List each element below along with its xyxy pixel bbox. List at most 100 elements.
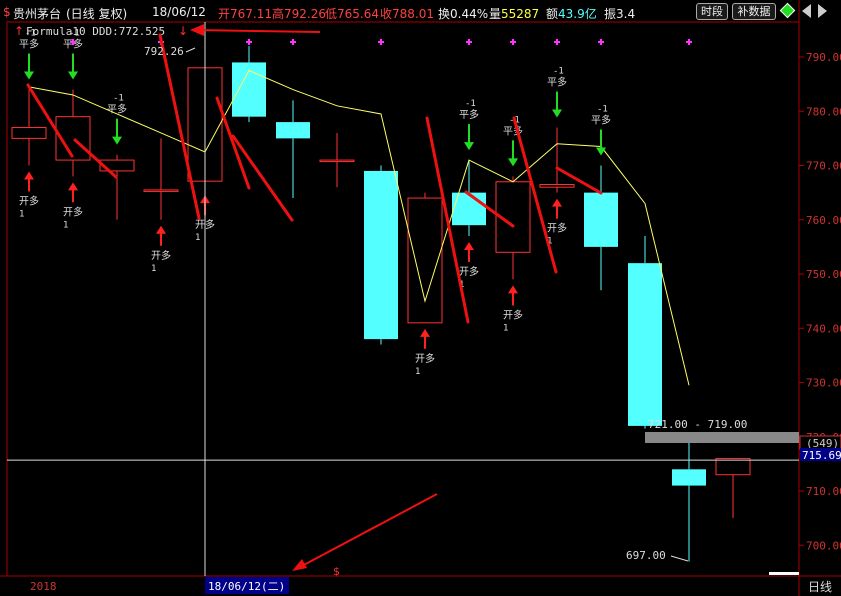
signal-qty: 1 xyxy=(415,367,420,377)
signal-down-arrow-icon xyxy=(112,136,122,145)
open-long-signal: 开多1 xyxy=(19,171,39,220)
signal-qty: 1 xyxy=(63,220,68,230)
signal-down-arrow-icon xyxy=(68,71,78,80)
gap-range-label: 721.00 - 719.00 xyxy=(648,418,747,431)
magenta-marker-icon xyxy=(598,39,604,45)
gap-band xyxy=(645,432,799,443)
signal-qty: -1 xyxy=(69,29,80,39)
axis-tick-label: 750.00 xyxy=(806,268,841,281)
signal-qty: -1 xyxy=(25,29,36,39)
price-axis: 790.00 780.00 770.00 760.00 750.00 740.00 730.… xyxy=(799,51,841,552)
low-annotation: 697.00 xyxy=(626,549,666,562)
open-long-signal: 开多 1 xyxy=(63,182,83,230)
candle-body xyxy=(584,192,618,247)
axis-tick-label: 770.00 xyxy=(806,160,841,173)
signal-text: 开多 xyxy=(19,195,39,208)
axis-tick-label: 790.00 xyxy=(806,51,841,64)
pointer-arrow-bottom xyxy=(292,493,438,571)
candle xyxy=(628,236,662,429)
signal-down-arrow-icon xyxy=(508,158,518,167)
open-long-signal: 开多1 xyxy=(547,198,567,247)
period-tab[interactable]: 日线 xyxy=(808,580,832,594)
candle xyxy=(276,100,310,199)
open-long-signal: 开多1 xyxy=(459,242,479,290)
candle xyxy=(715,457,751,519)
signal-qty: -1 xyxy=(553,67,564,77)
signal-down-arrow-icon xyxy=(464,142,474,151)
down-arrow-icon: ↓ xyxy=(178,24,188,38)
signal-text: 平多 xyxy=(547,76,567,89)
candle-body xyxy=(539,183,575,188)
open-long-signal: 开多 1 xyxy=(151,225,171,274)
signal-qty: 1 xyxy=(151,264,156,274)
open-long-signal: 开多 1 xyxy=(415,328,435,377)
magenta-marker-icon xyxy=(466,39,472,45)
axis-tick-label: 710.00 xyxy=(806,485,841,498)
close-long-signal: -1平多 xyxy=(459,99,479,151)
open-long-signal: 开多 1 xyxy=(503,285,523,333)
signal-qty: -1 xyxy=(597,105,608,115)
magenta-marker-icon xyxy=(378,39,384,45)
candle xyxy=(319,132,355,188)
signal-text: 开多 xyxy=(547,222,567,235)
signal-text: 平多 xyxy=(591,114,611,127)
candle xyxy=(143,138,179,220)
signal-down-arrow-icon xyxy=(24,71,34,80)
signal-text: 开多 xyxy=(151,249,171,262)
magenta-marker-icon xyxy=(510,39,516,45)
axis-tick-label: 760.00 xyxy=(806,214,841,227)
signal-text: 开多 xyxy=(459,265,479,278)
signal-text: 开多 xyxy=(415,352,435,365)
signal-qty: -1 xyxy=(465,99,476,109)
candle-body xyxy=(715,457,751,476)
candle-body xyxy=(319,159,355,163)
up-arrow-icon: ↑ xyxy=(14,24,24,38)
signal-text: 开多 xyxy=(503,308,523,321)
close-long-signal: -1平多 xyxy=(591,105,611,156)
magenta-marker-icon xyxy=(290,39,296,45)
candle xyxy=(11,89,47,166)
signal-qty: 1 xyxy=(503,323,508,333)
axis-tick-label: 780.00 xyxy=(806,105,841,118)
magenta-marker-icon xyxy=(554,39,560,45)
dollar-marker-icon: $ xyxy=(333,565,340,578)
candle-body xyxy=(628,263,662,426)
formula-label: Formula10 DDD:772.525 xyxy=(26,25,165,38)
candle-body xyxy=(276,122,310,139)
signal-text: 开多 xyxy=(63,205,83,218)
signal-text: 平多 xyxy=(459,108,479,121)
current-price: 715.69 xyxy=(802,449,841,462)
annotation-strokes xyxy=(26,33,603,324)
axis-tick-label: 700.00 xyxy=(806,539,841,552)
close-long-signal: -1平多 xyxy=(547,67,567,118)
kline-chart[interactable]: ↑ Formula10 DDD:772.525 ↓ 790.00 780.00 77… xyxy=(0,0,841,596)
signal-text: 平多 xyxy=(19,38,39,51)
candle-body xyxy=(143,189,179,192)
candle xyxy=(584,165,618,291)
candle xyxy=(539,127,575,193)
signal-qty: -1 xyxy=(113,94,124,104)
candle xyxy=(364,165,398,345)
high-annotation: 792.26 xyxy=(144,45,184,58)
signal-text: 平多 xyxy=(107,103,127,116)
signal-qty: 1 xyxy=(195,233,200,243)
candles xyxy=(11,44,751,562)
formula-legend: ↑ Formula10 DDD:772.525 ↓ xyxy=(14,24,188,38)
candle xyxy=(99,154,135,220)
candle-body xyxy=(11,127,47,139)
close-long-signal: -1平多 xyxy=(107,94,127,145)
candle xyxy=(495,176,531,280)
axis-tick-label: 740.00 xyxy=(806,322,841,335)
axis-tick-label: 730.00 xyxy=(806,377,841,390)
candle-body xyxy=(364,170,398,340)
pointer-arrow-top xyxy=(190,24,321,36)
candle xyxy=(232,46,266,123)
candle-body xyxy=(672,469,706,486)
bottom-bar: 2018 18/06/12(二) $ 日线 xyxy=(30,565,832,594)
candle xyxy=(55,89,91,177)
magenta-marker-icon xyxy=(246,39,252,45)
year-label: 2018 xyxy=(30,580,57,593)
scroll-thumb[interactable] xyxy=(769,572,799,575)
signal-down-arrow-icon xyxy=(552,109,562,118)
candle-body xyxy=(407,197,443,324)
